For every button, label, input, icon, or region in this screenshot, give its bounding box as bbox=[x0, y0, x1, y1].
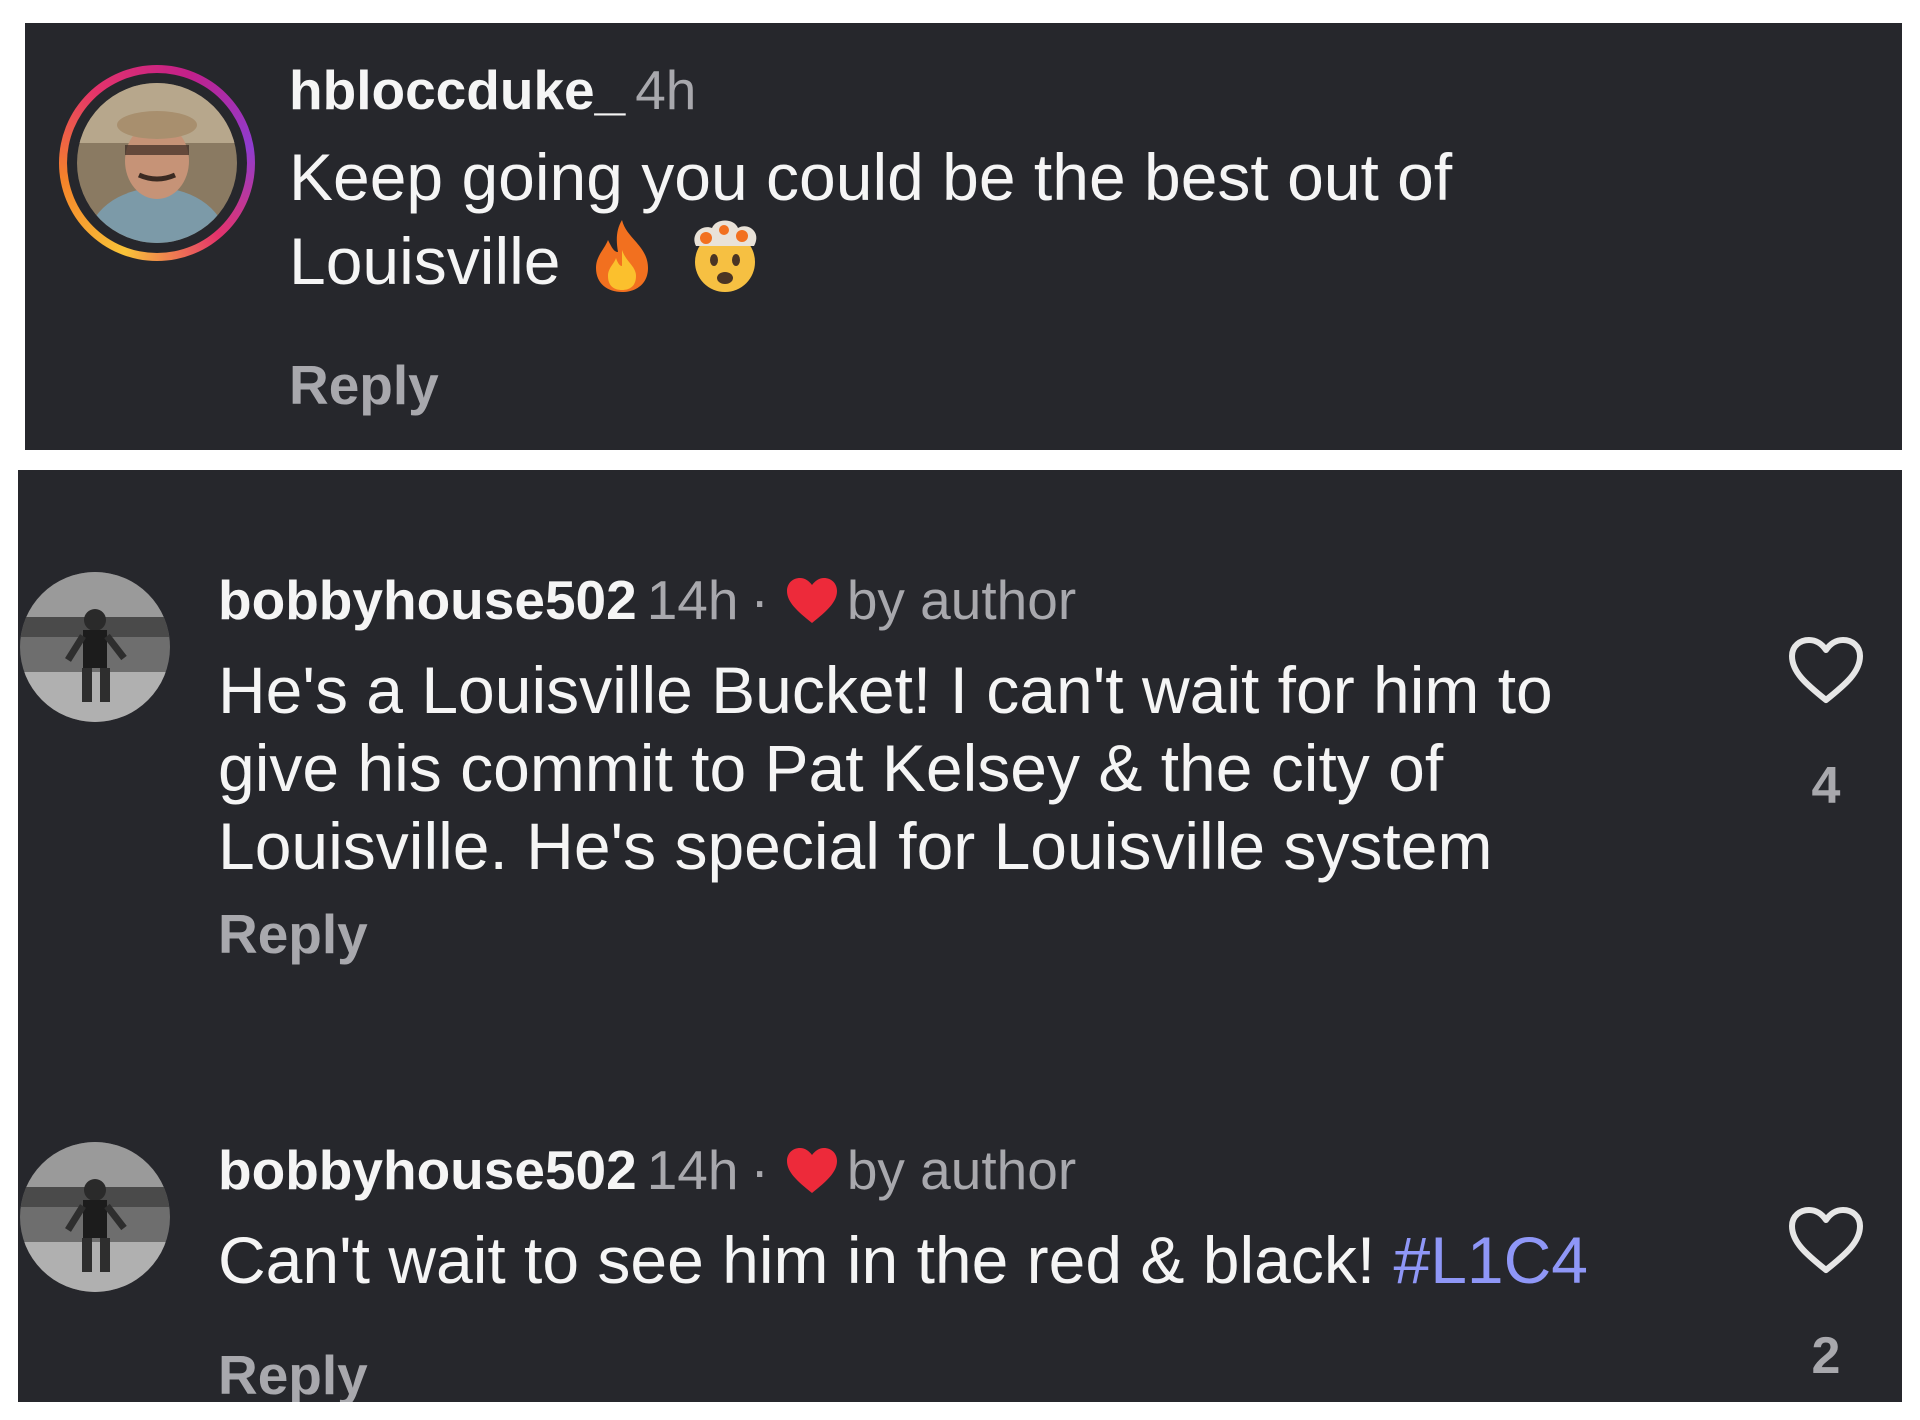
comment-meta: bobbyhouse502 14h · by author bbox=[218, 1137, 1076, 1209]
like-count: 4 bbox=[1811, 757, 1841, 815]
username[interactable]: bobbyhouse502 bbox=[218, 1139, 637, 1201]
avatar[interactable] bbox=[77, 83, 237, 243]
comment-panel-bottom: bobbyhouse502 14h · by author He's a Louisv… bbox=[18, 470, 1902, 1402]
comment-meta: hbloccduke_ 4h bbox=[289, 57, 696, 123]
author-heart-icon bbox=[785, 573, 839, 639]
like-control: 4 bbox=[1781, 636, 1871, 817]
fire-emoji bbox=[586, 216, 658, 310]
comment-body: Keep going you could be the best out of … bbox=[289, 140, 1453, 298]
username[interactable]: hbloccduke_ bbox=[289, 59, 625, 121]
reply-button[interactable]: Reply bbox=[218, 1342, 368, 1402]
comment-body: Can't wait to see him in the red & black… bbox=[218, 1223, 1376, 1297]
timestamp: 14h bbox=[646, 569, 739, 631]
exploding-head-emoji bbox=[684, 216, 766, 310]
timestamp: 14h bbox=[646, 1139, 739, 1201]
like-control: 2 bbox=[1781, 1206, 1871, 1387]
comment-text: He's a Louisville Bucket! I can't wait f… bbox=[218, 653, 1553, 883]
heart-outline-icon[interactable] bbox=[1781, 636, 1871, 711]
liked-by-author-label: by author bbox=[846, 569, 1077, 631]
author-heart-icon bbox=[785, 1143, 839, 1209]
heart-outline-icon[interactable] bbox=[1781, 1206, 1871, 1281]
separator-dot: · bbox=[750, 1139, 769, 1201]
comment-meta: bobbyhouse502 14h · by author bbox=[218, 567, 1076, 639]
liked-by-author-label: by author bbox=[846, 1139, 1077, 1201]
like-count: 2 bbox=[1811, 1327, 1841, 1385]
separator-dot: · bbox=[750, 569, 769, 631]
avatar[interactable] bbox=[20, 572, 170, 722]
avatar[interactable] bbox=[20, 1142, 170, 1292]
username[interactable]: bobbyhouse502 bbox=[218, 569, 637, 631]
comment-panel-top: hbloccduke_ 4h Keep going you could be th… bbox=[25, 23, 1902, 450]
story-ring[interactable] bbox=[59, 65, 255, 261]
timestamp: 4h bbox=[635, 59, 697, 121]
reply-button[interactable]: Reply bbox=[289, 352, 439, 418]
comment-text: Keep going you could be the best out of … bbox=[289, 138, 1452, 310]
comment-text: Can't wait to see him in the red & black… bbox=[218, 1221, 1588, 1299]
reply-button[interactable]: Reply bbox=[218, 901, 368, 967]
hashtag-link[interactable]: #L1C4 bbox=[1394, 1223, 1589, 1297]
